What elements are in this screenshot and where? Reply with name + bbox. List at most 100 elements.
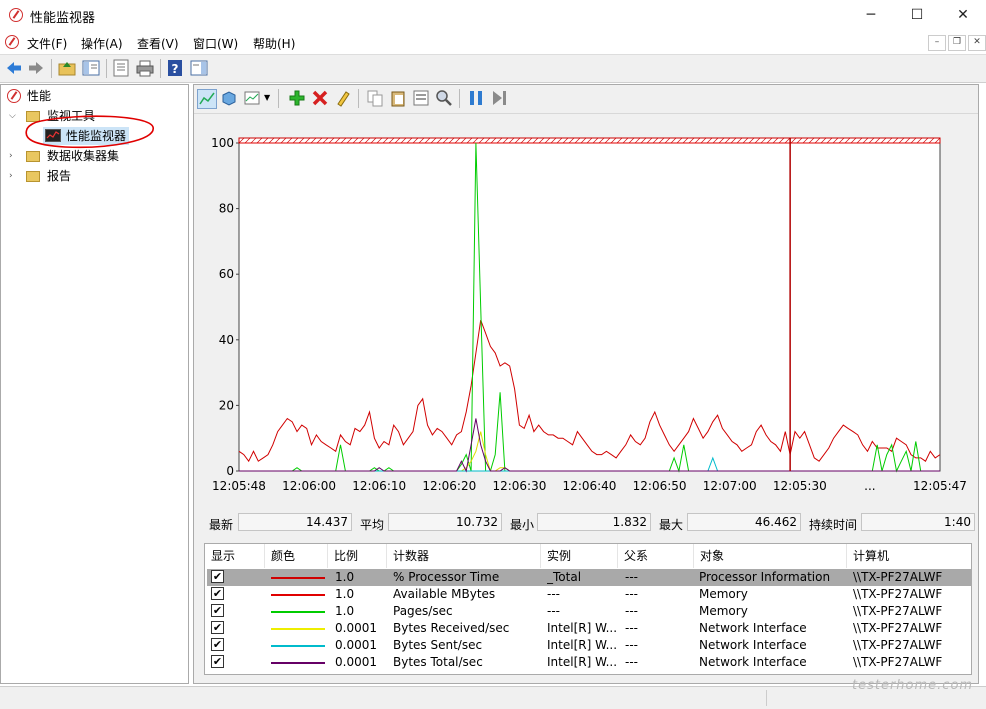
x-tick-label: 12:07:00 — [703, 479, 757, 493]
show-checkbox[interactable]: ✔ — [211, 621, 224, 634]
y-tick-label: 100 — [211, 136, 234, 150]
table-row[interactable]: ✔ 1.0 Pages/sec --- --- Memory \\TX-PF27ALWF — [207, 603, 971, 620]
menu-help[interactable]: 帮助(H) — [253, 35, 295, 52]
cell-computer: \\TX-PF27ALWF — [853, 570, 943, 584]
col-header-object[interactable]: 对象 — [694, 544, 847, 568]
cell-object: Memory — [699, 587, 748, 601]
cell-scale: 1.0 — [335, 570, 355, 584]
cell-counter: Bytes Received/sec — [393, 621, 510, 635]
stat-max-label: 最大 — [659, 518, 684, 532]
cell-object: Processor Information — [699, 570, 831, 584]
col-header-show[interactable]: 显示 — [205, 544, 265, 568]
cell-scale: 0.0001 — [335, 655, 377, 669]
col-header-parent[interactable]: 父系 — [618, 544, 694, 568]
cell-counter: Bytes Total/sec — [393, 655, 483, 669]
y-tick-label: 80 — [219, 202, 234, 216]
print-icon[interactable] — [136, 59, 154, 77]
cell-object: Network Interface — [699, 655, 807, 669]
x-tick-label: 12:05:48 — [212, 479, 266, 493]
x-tick-label: 12:06:10 — [352, 479, 406, 493]
cell-instance: Intel[R] W... — [547, 621, 618, 635]
help-icon[interactable]: ? — [166, 59, 184, 77]
table-row[interactable]: ✔ 0.0001 Bytes Total/sec Intel[R] W... --- Ne… — [207, 654, 971, 671]
cell-computer: \\TX-PF27ALWF — [853, 621, 943, 635]
minimize-button[interactable]: ─ — [848, 0, 894, 31]
show-checkbox[interactable]: ✔ — [211, 587, 224, 600]
color-swatch — [271, 645, 325, 647]
stat-min-label: 最小 — [510, 518, 535, 532]
show-checkbox[interactable]: ✔ — [211, 655, 224, 668]
mdi-minimize-button[interactable]: – — [928, 35, 946, 51]
cell-instance: --- — [547, 604, 560, 618]
tree-item-reports[interactable]: › 报告 — [9, 167, 189, 185]
table-row[interactable]: ✔ 0.0001 Bytes Received/sec Intel[R] W... --… — [207, 620, 971, 637]
back-icon[interactable] — [5, 59, 23, 77]
properties-icon[interactable] — [112, 59, 130, 77]
cell-parent: --- — [625, 604, 638, 618]
color-swatch — [271, 662, 325, 664]
chevron-down-icon[interactable]: ⌵ — [9, 107, 16, 125]
tree-item-data-collector-sets[interactable]: › 数据收集器集 — [9, 147, 189, 165]
cell-object: Network Interface — [699, 621, 807, 635]
statistics-bar: 最新 14.437 平均 10.732 最小 1.832 最大 46.462 持… — [194, 511, 978, 535]
x-tick-label: 12:06:50 — [633, 479, 687, 493]
show-checkbox[interactable]: ✔ — [211, 604, 224, 617]
counter-legend-table: 显示 颜色 比例 计数器 实例 父系 对象 计算机 ✔ 1.0 % Processo… — [204, 543, 972, 675]
forward-icon[interactable] — [27, 59, 45, 77]
cell-instance: _Total — [547, 570, 582, 584]
cell-scale: 0.0001 — [335, 638, 377, 652]
menu-view[interactable]: 查看(V) — [137, 35, 179, 52]
menu-action[interactable]: 操作(A) — [81, 35, 123, 52]
tree-label: 数据收集器集 — [47, 149, 120, 163]
cell-counter: % Processor Time — [393, 570, 500, 584]
show-checkbox[interactable]: ✔ — [211, 570, 224, 583]
x-tick-label: 12:06:20 — [422, 479, 476, 493]
show-hide-tree-icon[interactable] — [82, 59, 100, 77]
chevron-right-icon[interactable]: › — [9, 147, 13, 165]
chevron-right-icon[interactable]: › — [9, 167, 13, 185]
cell-scale: 1.0 — [335, 587, 355, 601]
color-swatch — [271, 628, 325, 630]
title-bar: 性能监视器 ─ ☐ ✕ — [0, 0, 986, 31]
window-title: 性能监视器 — [30, 11, 96, 26]
x-tick-label: 12:05:47 — [913, 479, 967, 493]
col-header-counter[interactable]: 计数器 — [387, 544, 541, 568]
navigation-tree: 性能 ⌵ 监视工具 性能监视器 › 数据收集器集 › 报告 — [0, 84, 189, 684]
col-header-color[interactable]: 颜色 — [265, 544, 328, 568]
col-header-instance[interactable]: 实例 — [541, 544, 618, 568]
mdi-restore-button[interactable]: ❐ — [948, 35, 966, 51]
col-header-computer[interactable]: 计算机 — [847, 544, 971, 568]
color-swatch — [271, 577, 325, 579]
color-swatch — [271, 594, 325, 596]
tree-label: 报告 — [47, 169, 72, 183]
tree-label: 性能 — [27, 89, 52, 103]
mdi-close-button[interactable]: ✕ — [968, 35, 986, 51]
y-tick-label: 0 — [226, 464, 234, 478]
menu-window[interactable]: 窗口(W) — [193, 35, 238, 52]
show-checkbox[interactable]: ✔ — [211, 638, 224, 651]
x-tick-label: 12:06:30 — [492, 479, 546, 493]
col-header-scale[interactable]: 比例 — [328, 544, 387, 568]
cell-parent: --- — [625, 570, 638, 584]
up-folder-icon[interactable] — [58, 59, 76, 77]
close-button[interactable]: ✕ — [940, 0, 986, 31]
table-row[interactable]: ✔ 1.0 Available MBytes --- --- Memory \\TX-PF2… — [207, 586, 971, 603]
table-row[interactable]: ✔ 1.0 % Processor Time _Total --- Processor I… — [207, 569, 971, 586]
x-tick-label: 12:06:40 — [563, 479, 617, 493]
y-tick-label: 20 — [219, 398, 234, 412]
system-menu-icon[interactable] — [5, 35, 19, 49]
stat-max-value: 46.462 — [687, 513, 801, 531]
maximize-button[interactable]: ☐ — [894, 0, 940, 31]
status-bar — [0, 686, 986, 709]
perfmon-app-icon — [9, 8, 23, 22]
table-row[interactable]: ✔ 0.0001 Bytes Sent/sec Intel[R] W... --- Net… — [207, 637, 971, 654]
stat-avg-value: 10.732 — [388, 513, 502, 531]
cell-instance: Intel[R] W... — [547, 655, 618, 669]
svg-text:?: ? — [172, 62, 179, 76]
cell-counter: Bytes Sent/sec — [393, 638, 483, 652]
action-pane-icon[interactable] — [190, 59, 208, 77]
cell-counter: Pages/sec — [393, 604, 453, 618]
cell-scale: 0.0001 — [335, 621, 377, 635]
menu-file[interactable]: 文件(F) — [27, 35, 67, 52]
main-toolbar: ? — [0, 54, 986, 83]
